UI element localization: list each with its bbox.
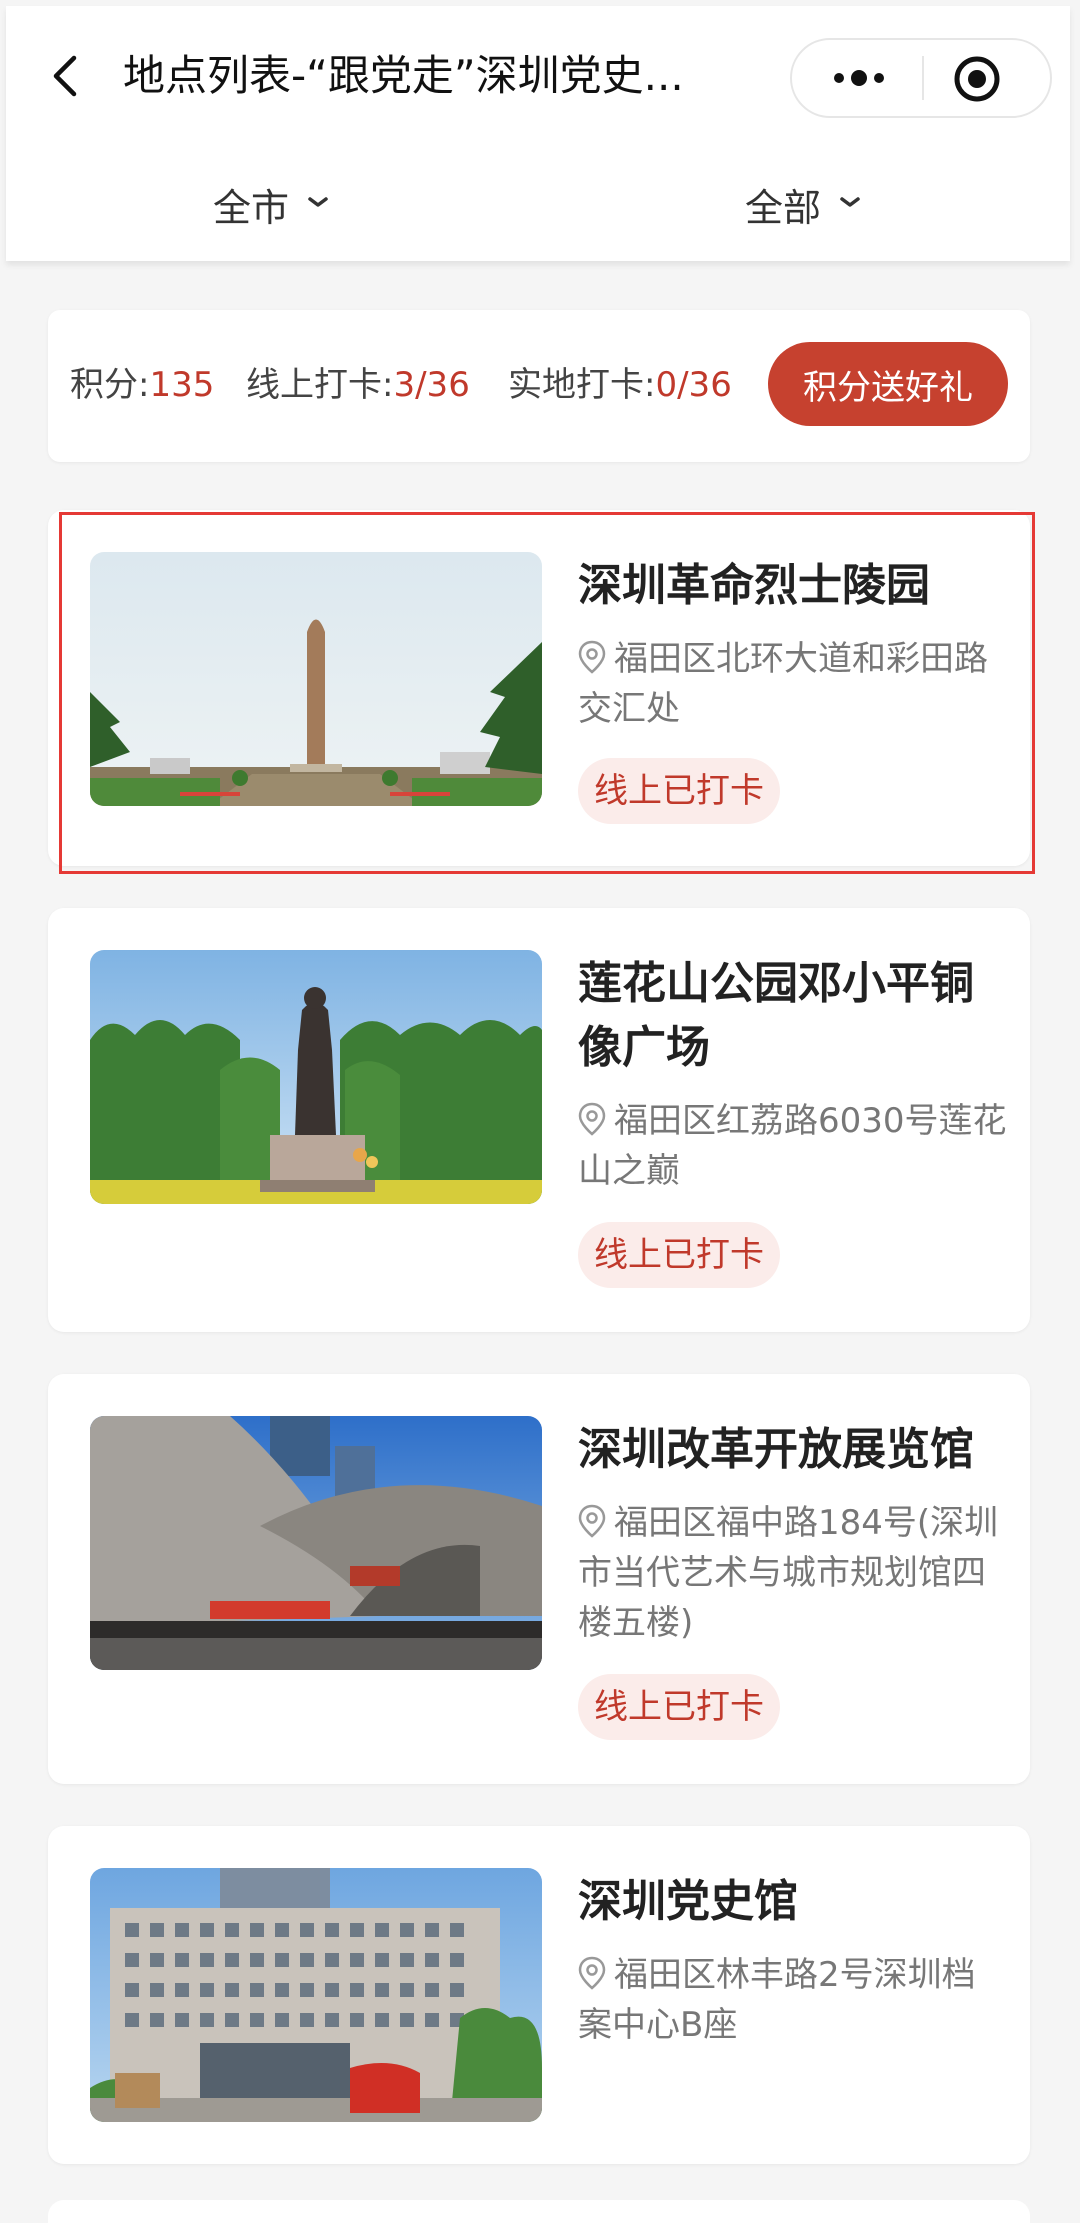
- chevron-down-icon: [307, 195, 329, 209]
- location-card[interactable]: 莲花山公园邓小平铜像广场 福田区红荔路6030号莲花山之巅 线上已打卡: [48, 908, 1030, 1332]
- location-name: 深圳革命烈士陵园: [578, 560, 930, 611]
- page-title: 地点列表-“跟党走”深圳党史...: [123, 51, 684, 100]
- location-address-text: 福田区红荔路6030号莲花山之巅: [578, 1101, 1007, 1191]
- location-address-text: 福田区福中路184号(深圳市当代艺术与城市规划馆四楼五楼): [578, 1503, 999, 1643]
- online-checkin-label: 线上打卡:: [246, 365, 394, 405]
- points-stat: 积分:135: [70, 360, 214, 410]
- mini-program-capsule: [790, 38, 1052, 118]
- points-label: 积分:: [70, 365, 150, 405]
- close-mini-program-button[interactable]: [952, 54, 1002, 104]
- screen: 地点列表-“跟党走”深圳党史... 全市 全部 积分:135 线上打卡:3/36…: [0, 0, 1080, 2223]
- more-dots-icon: [834, 70, 884, 86]
- category-filter-label: 全部: [745, 185, 822, 230]
- location-photo: [90, 1416, 542, 1670]
- location-card[interactable]: 深圳党史馆 福田区林丰路2号深圳档案中心B座: [48, 1826, 1030, 2164]
- location-name: 深圳改革开放展览馆: [578, 1424, 974, 1475]
- filter-bar: 全市 全部: [6, 146, 1070, 261]
- onsite-checkin-stat: 实地打卡:0/36: [508, 360, 732, 410]
- location-address: 福田区红荔路6030号莲花山之巅: [578, 1096, 1008, 1196]
- stats-card: 积分:135 线上打卡:3/36 实地打卡:0/36 积分送好礼: [48, 310, 1030, 462]
- checkin-status-badge: 线上已打卡: [578, 1674, 780, 1740]
- location-card[interactable]: 深圳改革开放展览馆 福田区福中路184号(深圳市当代艺术与城市规划馆四楼五楼) …: [48, 1374, 1030, 1784]
- more-menu-button[interactable]: [824, 56, 894, 100]
- points-gift-button[interactable]: 积分送好礼: [768, 342, 1008, 426]
- location-address: 福田区林丰路2号深圳档案中心B座: [578, 1950, 1008, 2050]
- location-address: 福田区福中路184号(深圳市当代艺术与城市规划馆四楼五楼): [578, 1498, 1008, 1648]
- onsite-checkin-label: 实地打卡:: [508, 365, 656, 405]
- nav-bar: 地点列表-“跟党走”深圳党史...: [6, 6, 1070, 146]
- capsule-divider: [922, 56, 924, 100]
- location-card-partial[interactable]: [48, 2200, 1030, 2223]
- map-pin-icon: [578, 1102, 606, 1136]
- target-circle-icon: [954, 56, 1000, 102]
- location-address-text: 福田区林丰路2号深圳档案中心B座: [578, 1955, 976, 2045]
- location-photo: [90, 552, 542, 806]
- city-filter-label: 全市: [213, 185, 290, 230]
- location-photo: [90, 950, 542, 1204]
- location-photo: [90, 1868, 542, 2122]
- back-button[interactable]: [36, 46, 96, 106]
- location-name: 莲花山公园邓小平铜像广场: [578, 958, 974, 1073]
- onsite-checkin-value: 0/36: [655, 365, 732, 405]
- location-address: 福田区北环大道和彩田路交汇处: [578, 634, 1008, 734]
- location-name: 深圳党史馆: [578, 1876, 798, 1927]
- map-pin-icon: [578, 1504, 606, 1538]
- map-pin-icon: [578, 1956, 606, 1990]
- header: 地点列表-“跟党走”深圳党史... 全市 全部: [6, 6, 1070, 261]
- location-card[interactable]: 深圳革命烈士陵园 福田区北环大道和彩田路交汇处 线上已打卡: [48, 510, 1030, 866]
- checkin-status-badge: 线上已打卡: [578, 1222, 780, 1288]
- location-address-text: 福田区北环大道和彩田路交汇处: [578, 639, 988, 729]
- category-filter-dropdown[interactable]: 全部: [745, 176, 861, 232]
- city-filter-dropdown[interactable]: 全市: [213, 176, 329, 232]
- online-checkin-value: 3/36: [393, 365, 470, 405]
- checkin-status-badge: 线上已打卡: [578, 758, 780, 824]
- map-pin-icon: [578, 640, 606, 674]
- chevron-down-icon: [839, 195, 861, 209]
- points-value: 135: [149, 365, 215, 405]
- chevron-left-icon: [53, 55, 77, 97]
- online-checkin-stat: 线上打卡:3/36: [246, 360, 470, 410]
